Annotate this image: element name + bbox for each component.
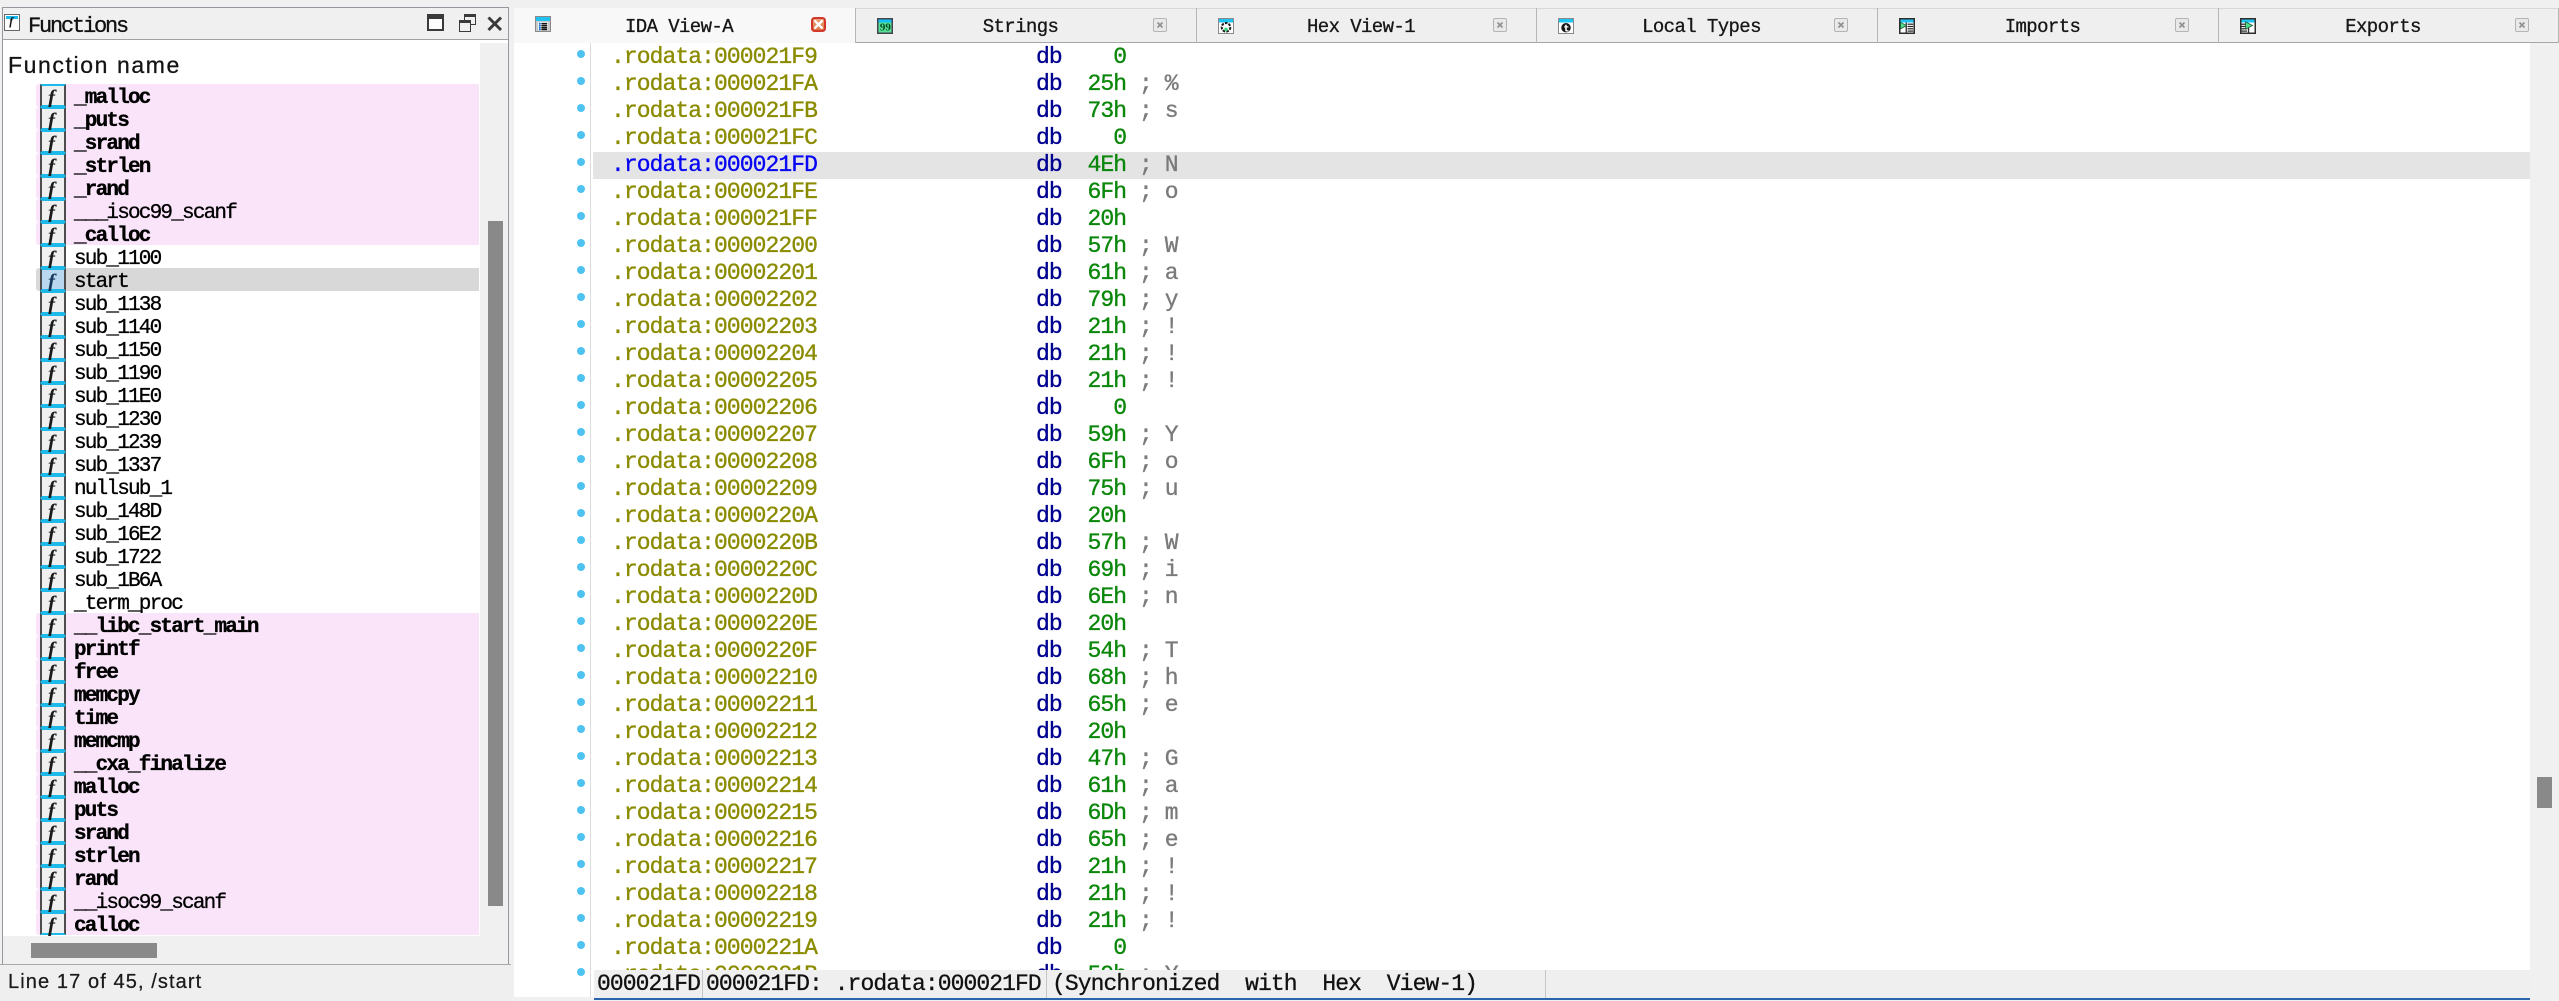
svg-text:99: 99 xyxy=(880,22,892,34)
